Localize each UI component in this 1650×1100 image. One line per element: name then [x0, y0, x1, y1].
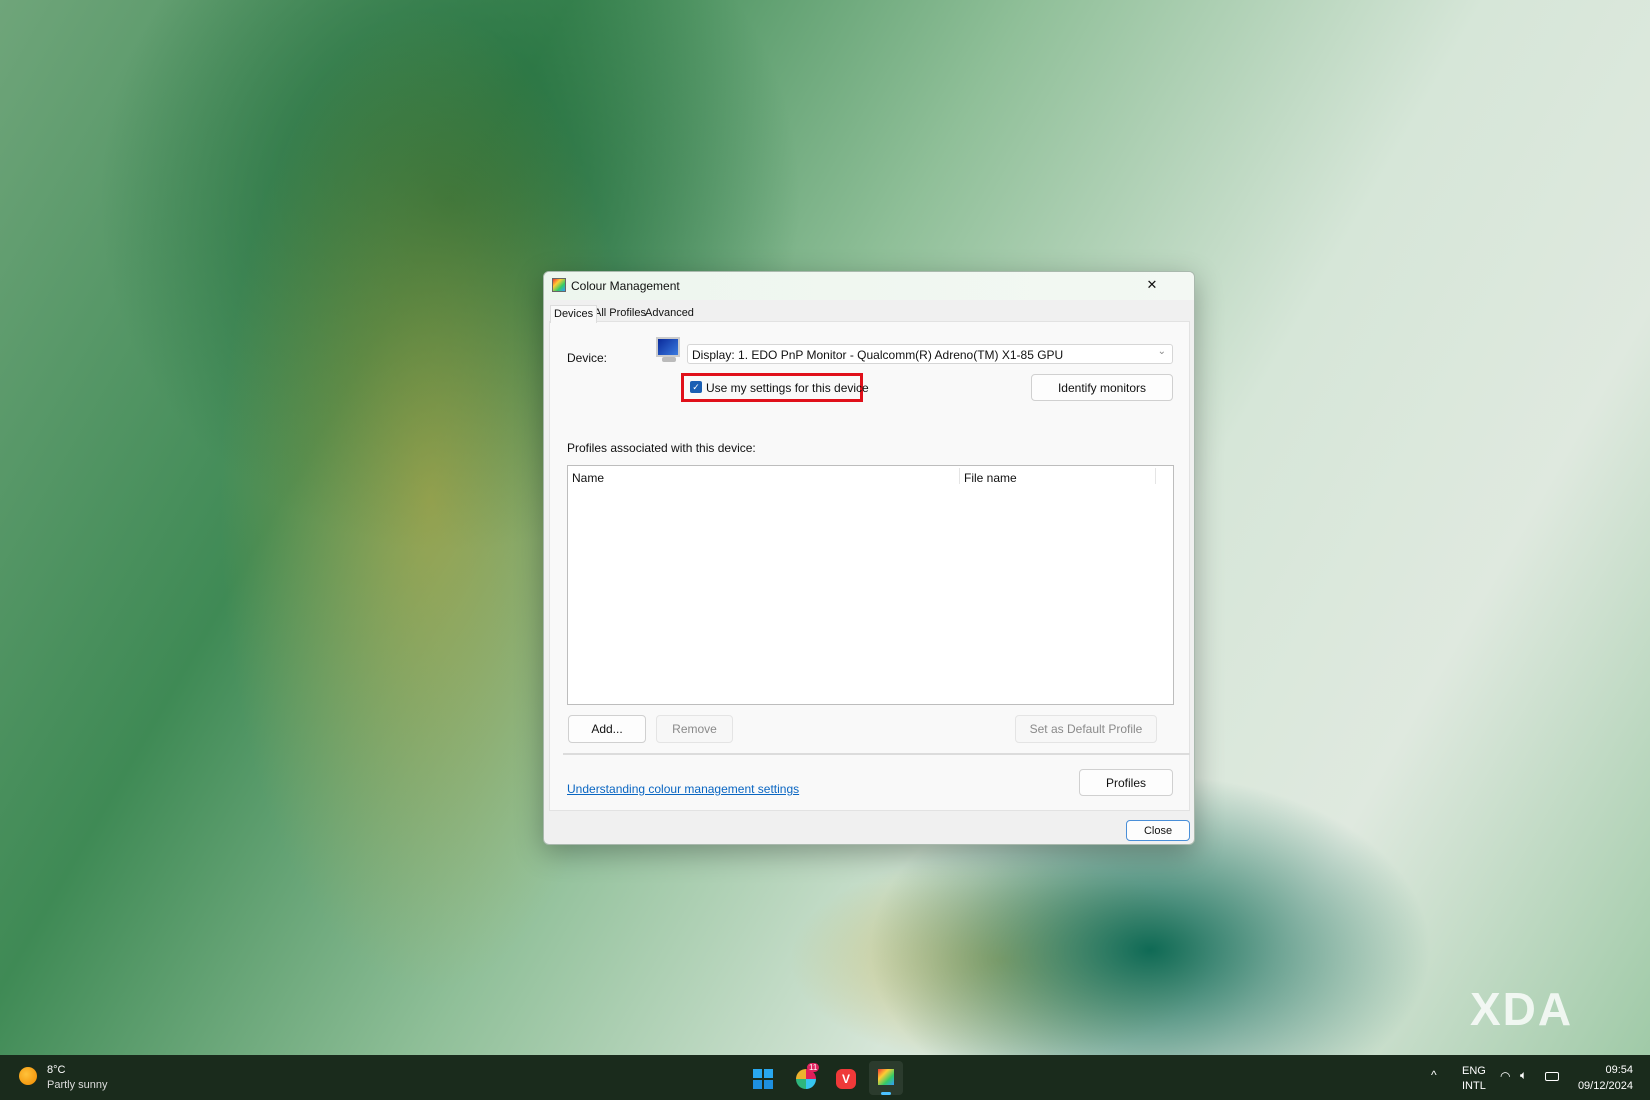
vivaldi-browser-icon[interactable]: V: [836, 1069, 856, 1089]
close-icon[interactable]: ✕: [1142, 277, 1162, 293]
weather-icon[interactable]: [19, 1067, 37, 1085]
language-line-1[interactable]: ENG: [1462, 1065, 1486, 1077]
device-label: Device:: [567, 351, 608, 365]
column-divider: [1155, 468, 1156, 484]
set-default-profile-button: Set as Default Profile: [1015, 715, 1157, 743]
add-button[interactable]: Add...: [568, 715, 646, 743]
separator: [563, 753, 1190, 755]
monitor-stand-icon: [662, 357, 676, 362]
start-windows-icon[interactable]: [753, 1069, 773, 1089]
wifi-icon[interactable]: ◠: [1500, 1069, 1510, 1083]
use-my-settings-checkbox[interactable]: ✓: [690, 381, 702, 393]
chevron-down-icon: ⌄: [1157, 346, 1166, 357]
chevron-up-icon[interactable]: ^: [1431, 1068, 1437, 1082]
volume-icon[interactable]: 🔈︎: [1520, 1068, 1527, 1083]
colour-management-dialog: Colour Management ✕ Devices All Profiles…: [543, 271, 1195, 845]
weather-temp[interactable]: 8°C: [47, 1064, 65, 1076]
battery-icon[interactable]: [1545, 1072, 1559, 1081]
device-dropdown[interactable]: Display: 1. EDO PnP Monitor - Qualcomm(R…: [687, 344, 1173, 364]
clock-date[interactable]: 09/12/2024: [1578, 1080, 1633, 1092]
profiles-list[interactable]: Name File name: [567, 465, 1174, 705]
close-button[interactable]: Close: [1126, 820, 1190, 841]
profiles-button[interactable]: Profiles: [1079, 769, 1173, 796]
device-dropdown-value: Display: 1. EDO PnP Monitor - Qualcomm(R…: [692, 348, 1064, 362]
column-header-name[interactable]: Name: [572, 471, 604, 485]
language-line-2[interactable]: INTL: [1462, 1080, 1486, 1092]
taskbar: 8°C Partly sunny 11 V ^ ENG INTL ◠ 🔈︎ 09…: [0, 1055, 1650, 1100]
xda-watermark: XDA: [1470, 983, 1574, 1035]
weather-desc[interactable]: Partly sunny: [47, 1079, 108, 1091]
slack-app-icon[interactable]: [796, 1069, 816, 1089]
colour-management-taskbar-icon[interactable]: [869, 1061, 903, 1095]
notification-badge: 11: [807, 1063, 820, 1072]
column-divider: [959, 468, 960, 484]
profiles-associated-label: Profiles associated with this device:: [567, 441, 756, 455]
colour-management-app-icon: [552, 278, 566, 292]
column-header-file-name[interactable]: File name: [964, 471, 1017, 485]
devices-tab-panel: Device: Display: 1. EDO PnP Monitor - Qu…: [549, 321, 1190, 811]
clock-time[interactable]: 09:54: [1605, 1064, 1633, 1076]
tab-devices[interactable]: Devices: [550, 305, 598, 323]
window-title: Colour Management: [571, 279, 680, 293]
title-bar: Colour Management ✕: [544, 272, 1194, 300]
identify-monitors-button[interactable]: Identify monitors: [1031, 374, 1173, 401]
monitor-icon: [656, 337, 680, 357]
remove-button: Remove: [656, 715, 733, 743]
use-my-settings-label[interactable]: Use my settings for this device: [706, 381, 869, 395]
help-link[interactable]: Understanding colour management settings: [567, 782, 799, 796]
